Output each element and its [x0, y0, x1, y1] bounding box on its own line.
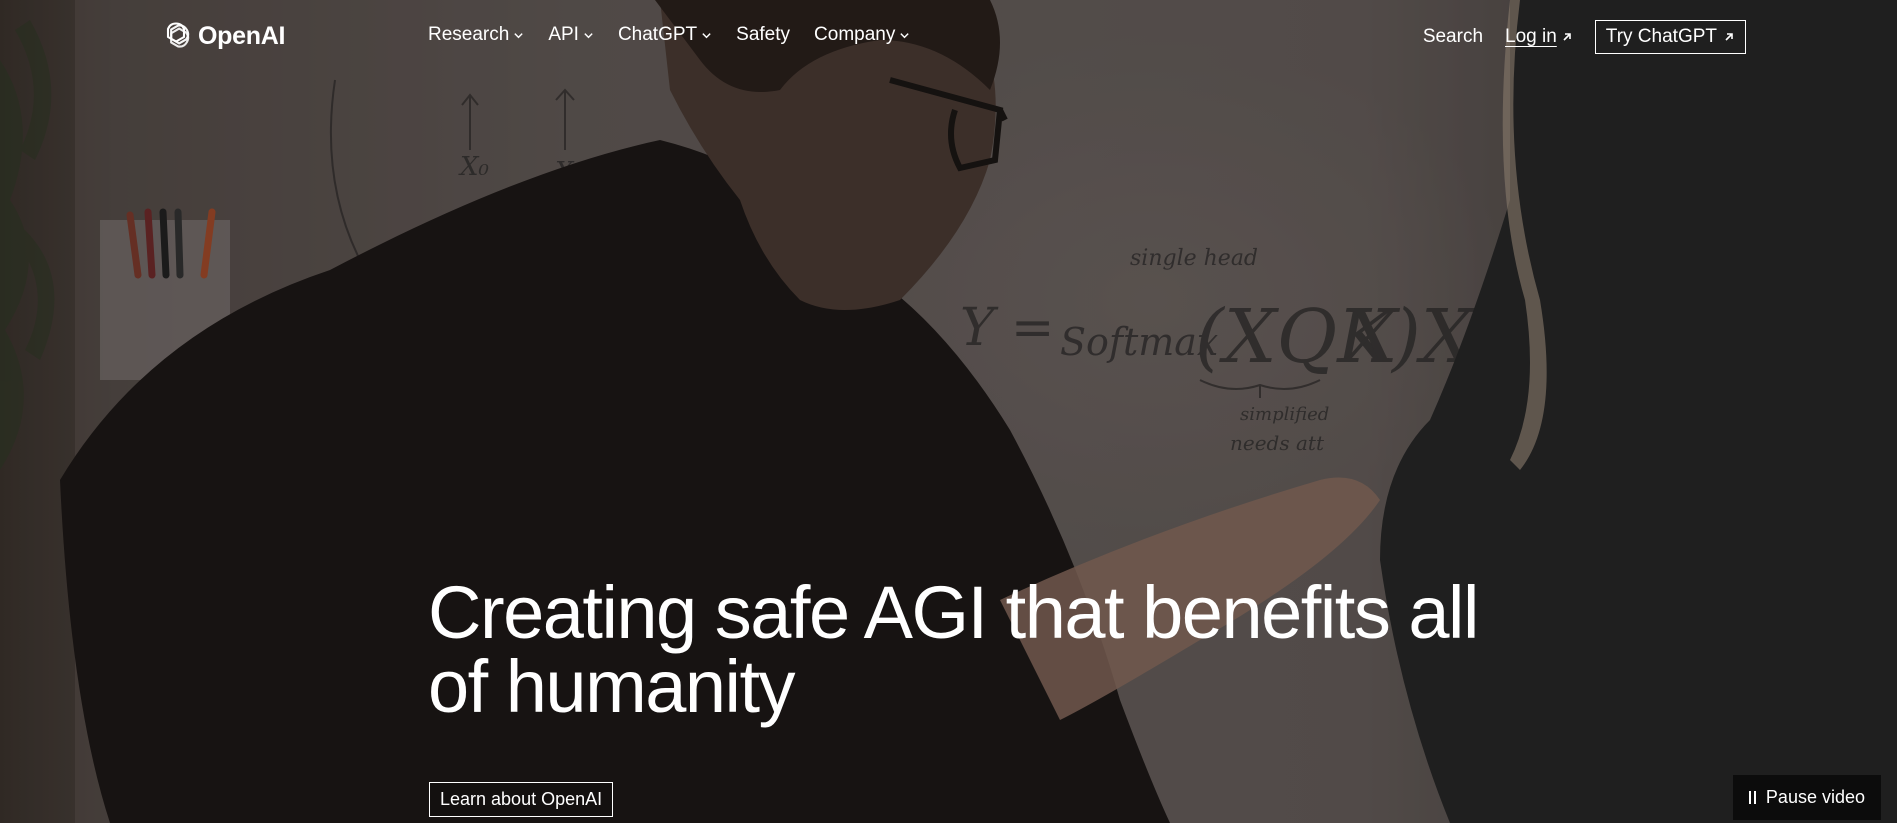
nav-item-label: ChatGPT	[617, 24, 698, 45]
learn-about-openai-button[interactable]: Learn about OpenAI	[429, 782, 614, 817]
pause-video-label: Pause video	[1765, 787, 1865, 807]
nav-item-company[interactable]: Company	[814, 24, 910, 46]
primary-nav: Research API ChatGPT Safety Company	[428, 24, 910, 46]
nav-item-label: Safety	[736, 24, 791, 45]
search-link[interactable]: Search	[1423, 26, 1483, 48]
pause-video-button[interactable]: Pause video	[1732, 775, 1881, 820]
chevron-down-icon	[514, 32, 524, 38]
login-label: Log in	[1505, 26, 1557, 47]
login-link[interactable]: Log in	[1505, 26, 1573, 48]
nav-actions: Search Log in Try ChatGPT	[1423, 20, 1746, 54]
nav-item-safety[interactable]: Safety	[736, 24, 790, 46]
try-chatgpt-label: Try ChatGPT	[1605, 26, 1717, 47]
chevron-down-icon	[900, 32, 910, 38]
pause-icon	[1748, 791, 1756, 804]
openai-logo-icon	[166, 22, 190, 48]
arrow-up-right-icon	[1725, 33, 1733, 41]
nav-item-label: API	[548, 24, 579, 45]
brand-logo[interactable]: OpenAI	[160, 20, 285, 52]
nav-item-label: Research	[428, 24, 510, 45]
try-chatgpt-button[interactable]: Try ChatGPT	[1594, 20, 1746, 54]
nav-item-chatgpt[interactable]: ChatGPT	[618, 24, 712, 46]
nav-item-label: Company	[814, 24, 896, 45]
brand-name: OpenAI	[198, 21, 286, 50]
arrow-up-right-icon	[1563, 33, 1571, 41]
nav-item-research[interactable]: Research	[428, 24, 524, 46]
top-navigation: OpenAI Research API ChatGPT Safety Compa…	[0, 0, 1897, 76]
hero-headline: Creating safe AGI that benefits all of h…	[428, 571, 1479, 728]
chevron-down-icon	[702, 32, 711, 38]
nav-item-api[interactable]: API	[548, 24, 594, 46]
chevron-down-icon	[584, 32, 593, 38]
